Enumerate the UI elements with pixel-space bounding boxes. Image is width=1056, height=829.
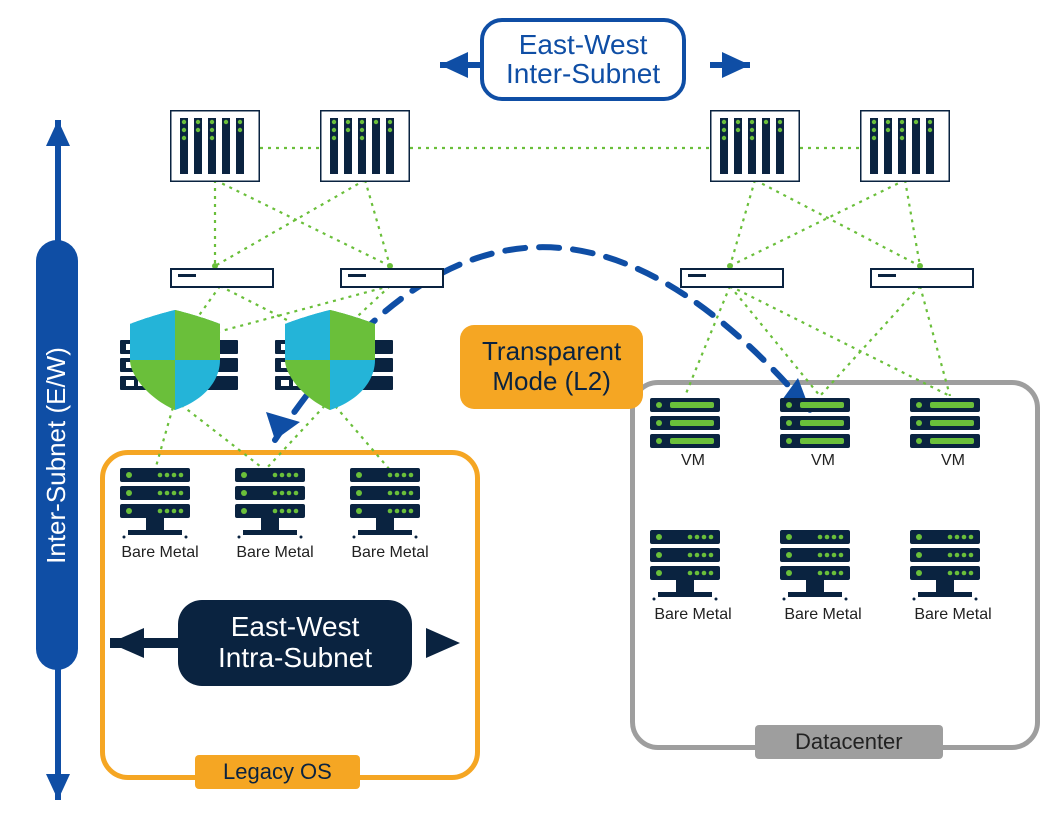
- server-caption: Bare Metal: [780, 606, 866, 624]
- server-rack-icon: Bare Metal: [235, 468, 315, 562]
- server-rack-icon: Bare Metal: [350, 468, 430, 562]
- diagram-stage: East-West Inter-Subnet Inter-Subnet (E/W…: [0, 0, 1056, 829]
- vm-caption: VM: [780, 452, 866, 470]
- text-line: Intra-Subnet: [218, 643, 372, 674]
- text-line: East-West: [218, 612, 372, 643]
- core-switch-icon: [710, 110, 800, 182]
- server-caption: Bare Metal: [120, 544, 200, 562]
- text-line: Mode (L2): [482, 367, 621, 397]
- vm-server-icon: VM: [910, 398, 996, 470]
- vm-caption: VM: [910, 452, 996, 470]
- server-rack-icon: Bare Metal: [120, 468, 200, 562]
- legacy-os-tag: Legacy OS: [195, 755, 360, 789]
- core-switch-icon: [860, 110, 950, 182]
- link-dotted: [260, 140, 320, 150]
- access-switch-icon: [680, 268, 784, 288]
- vm-server-icon: VM: [780, 398, 866, 470]
- server-caption: Bare Metal: [910, 606, 996, 624]
- datacenter-tag: Datacenter: [755, 725, 943, 759]
- server-rack-icon: Bare Metal: [780, 530, 866, 624]
- server-caption: Bare Metal: [235, 544, 315, 562]
- vm-server-icon: VM: [650, 398, 736, 470]
- link-dotted: [160, 180, 460, 270]
- access-switch-icon: [170, 268, 274, 288]
- transparent-mode-label: Transparent Mode (L2): [460, 325, 643, 409]
- core-switch-icon: [170, 110, 260, 182]
- link-dotted: [670, 180, 990, 270]
- access-switch-icon: [870, 268, 974, 288]
- east-west-intra-subnet-label: East-West Intra-Subnet: [178, 600, 412, 686]
- access-switch-icon: [340, 268, 444, 288]
- link-dotted: [800, 140, 860, 150]
- server-caption: Bare Metal: [350, 544, 430, 562]
- shield-firewall-icon: [130, 310, 220, 410]
- shield-firewall-icon: [285, 310, 375, 410]
- text-line: East-West: [506, 30, 660, 59]
- server-rack-icon: Bare Metal: [910, 530, 996, 624]
- inter-subnet-vertical-label: Inter-Subnet (E/W): [35, 240, 77, 670]
- text-line: Transparent: [482, 337, 621, 367]
- text-line: Inter-Subnet: [506, 59, 660, 88]
- link-dotted: [410, 140, 710, 150]
- east-west-inter-subnet-label: East-West Inter-Subnet: [480, 18, 686, 101]
- vm-caption: VM: [650, 452, 736, 470]
- core-switch-icon: [320, 110, 410, 182]
- server-caption: Bare Metal: [650, 606, 736, 624]
- server-rack-icon: Bare Metal: [650, 530, 736, 624]
